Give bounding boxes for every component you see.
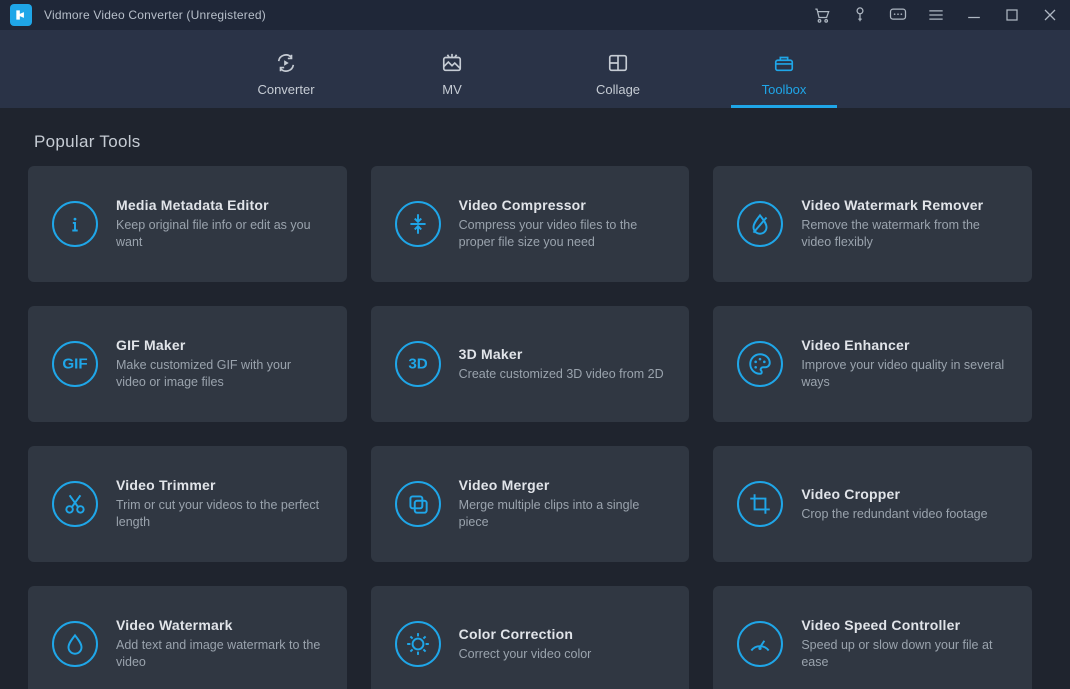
tool-card[interactable]: Color Correction Correct your video color — [371, 586, 690, 689]
collage-icon — [605, 50, 631, 76]
tool-title: Video Cropper — [801, 486, 1008, 502]
drop-icon — [52, 621, 98, 667]
drop-slash-icon — [737, 201, 783, 247]
tool-desc: Speed up or slow down your file at ease — [801, 637, 1008, 671]
svg-text:GIF: GIF — [62, 355, 87, 372]
tool-card[interactable]: Video Watermark Remover Remove the waterm… — [713, 166, 1032, 282]
tool-desc: Remove the watermark from the video flex… — [801, 217, 1008, 251]
tool-card[interactable]: Media Metadata Editor Keep original file … — [28, 166, 347, 282]
info-icon — [52, 201, 98, 247]
gif-icon: GIF — [52, 341, 98, 387]
tool-title: Video Speed Controller — [801, 617, 1008, 633]
crop-icon — [737, 481, 783, 527]
color-icon — [395, 621, 441, 667]
tab-label: Toolbox — [762, 82, 807, 97]
tool-desc: Compress your video files to the proper … — [459, 217, 666, 251]
sync-play-icon — [273, 50, 299, 76]
tool-card[interactable]: Video Compressor Compress your video file… — [371, 166, 690, 282]
tool-card[interactable]: Video Cropper Crop the redundant video fo… — [713, 446, 1032, 562]
tab-converter[interactable]: Converter — [233, 30, 339, 108]
main-tabs: Converter MV Collage Toolbox — [0, 30, 1070, 108]
tool-desc: Add text and image watermark to the vide… — [116, 637, 323, 671]
chat-icon[interactable] — [888, 5, 908, 25]
tool-title: Video Merger — [459, 477, 666, 493]
tool-card[interactable]: Video Enhancer Improve your video quality… — [713, 306, 1032, 422]
image-music-icon — [439, 50, 465, 76]
maximize-icon[interactable] — [1002, 5, 1022, 25]
tool-title: Video Enhancer — [801, 337, 1008, 353]
menu-icon[interactable] — [926, 5, 946, 25]
tool-card[interactable]: Video Watermark Add text and image waterm… — [28, 586, 347, 689]
tools-grid: Media Metadata Editor Keep original file … — [28, 166, 1032, 689]
cart-icon[interactable] — [812, 5, 832, 25]
body: Popular Tools Media Metadata Editor Keep … — [0, 108, 1070, 689]
tool-title: Video Trimmer — [116, 477, 323, 493]
toolbox-icon — [771, 50, 797, 76]
tool-desc: Keep original file info or edit as you w… — [116, 217, 323, 251]
tab-label: Collage — [596, 82, 640, 97]
tool-card[interactable]: Video Trimmer Trim or cut your videos to … — [28, 446, 347, 562]
section-title: Popular Tools — [34, 132, 1036, 152]
tab-collage[interactable]: Collage — [565, 30, 671, 108]
tool-desc: Crop the redundant video footage — [801, 506, 1008, 523]
tool-title: GIF Maker — [116, 337, 323, 353]
tool-desc: Correct your video color — [459, 646, 666, 663]
speed-icon — [737, 621, 783, 667]
tools-scroll[interactable]: Media Metadata Editor Keep original file … — [28, 166, 1042, 689]
titlebar: Vidmore Video Converter (Unregistered) — [0, 0, 1070, 30]
tool-title: 3D Maker — [459, 346, 666, 362]
app-logo — [10, 4, 32, 26]
tool-title: Media Metadata Editor — [116, 197, 323, 213]
tool-desc: Improve your video quality in several wa… — [801, 357, 1008, 391]
tool-title: Video Compressor — [459, 197, 666, 213]
tool-desc: Make customized GIF with your video or i… — [116, 357, 323, 391]
key-icon[interactable] — [850, 5, 870, 25]
3d-icon: 3D — [395, 341, 441, 387]
close-icon[interactable] — [1040, 5, 1060, 25]
palette-icon — [737, 341, 783, 387]
scissors-icon — [52, 481, 98, 527]
tab-toolbox[interactable]: Toolbox — [731, 30, 837, 108]
tool-card[interactable]: Video Merger Merge multiple clips into a … — [371, 446, 690, 562]
compress-icon — [395, 201, 441, 247]
tool-desc: Create customized 3D video from 2D — [459, 366, 666, 383]
tool-title: Video Watermark — [116, 617, 323, 633]
minimize-icon[interactable] — [964, 5, 984, 25]
merge-icon — [395, 481, 441, 527]
svg-text:3D: 3D — [408, 355, 427, 372]
tab-mv[interactable]: MV — [399, 30, 505, 108]
tool-title: Video Watermark Remover — [801, 197, 1008, 213]
tool-card[interactable]: GIF GIF Maker Make customized GIF with you… — [28, 306, 347, 422]
tool-title: Color Correction — [459, 626, 666, 642]
tab-label: Converter — [257, 82, 314, 97]
tab-label: MV — [442, 82, 462, 97]
app-title: Vidmore Video Converter (Unregistered) — [44, 8, 266, 22]
tool-desc: Merge multiple clips into a single piece — [459, 497, 666, 531]
tool-card[interactable]: Video Speed Controller Speed up or slow d… — [713, 586, 1032, 689]
tool-card[interactable]: 3D 3D Maker Create customized 3D video fro… — [371, 306, 690, 422]
titlebar-actions — [812, 5, 1060, 25]
tool-desc: Trim or cut your videos to the perfect l… — [116, 497, 323, 531]
